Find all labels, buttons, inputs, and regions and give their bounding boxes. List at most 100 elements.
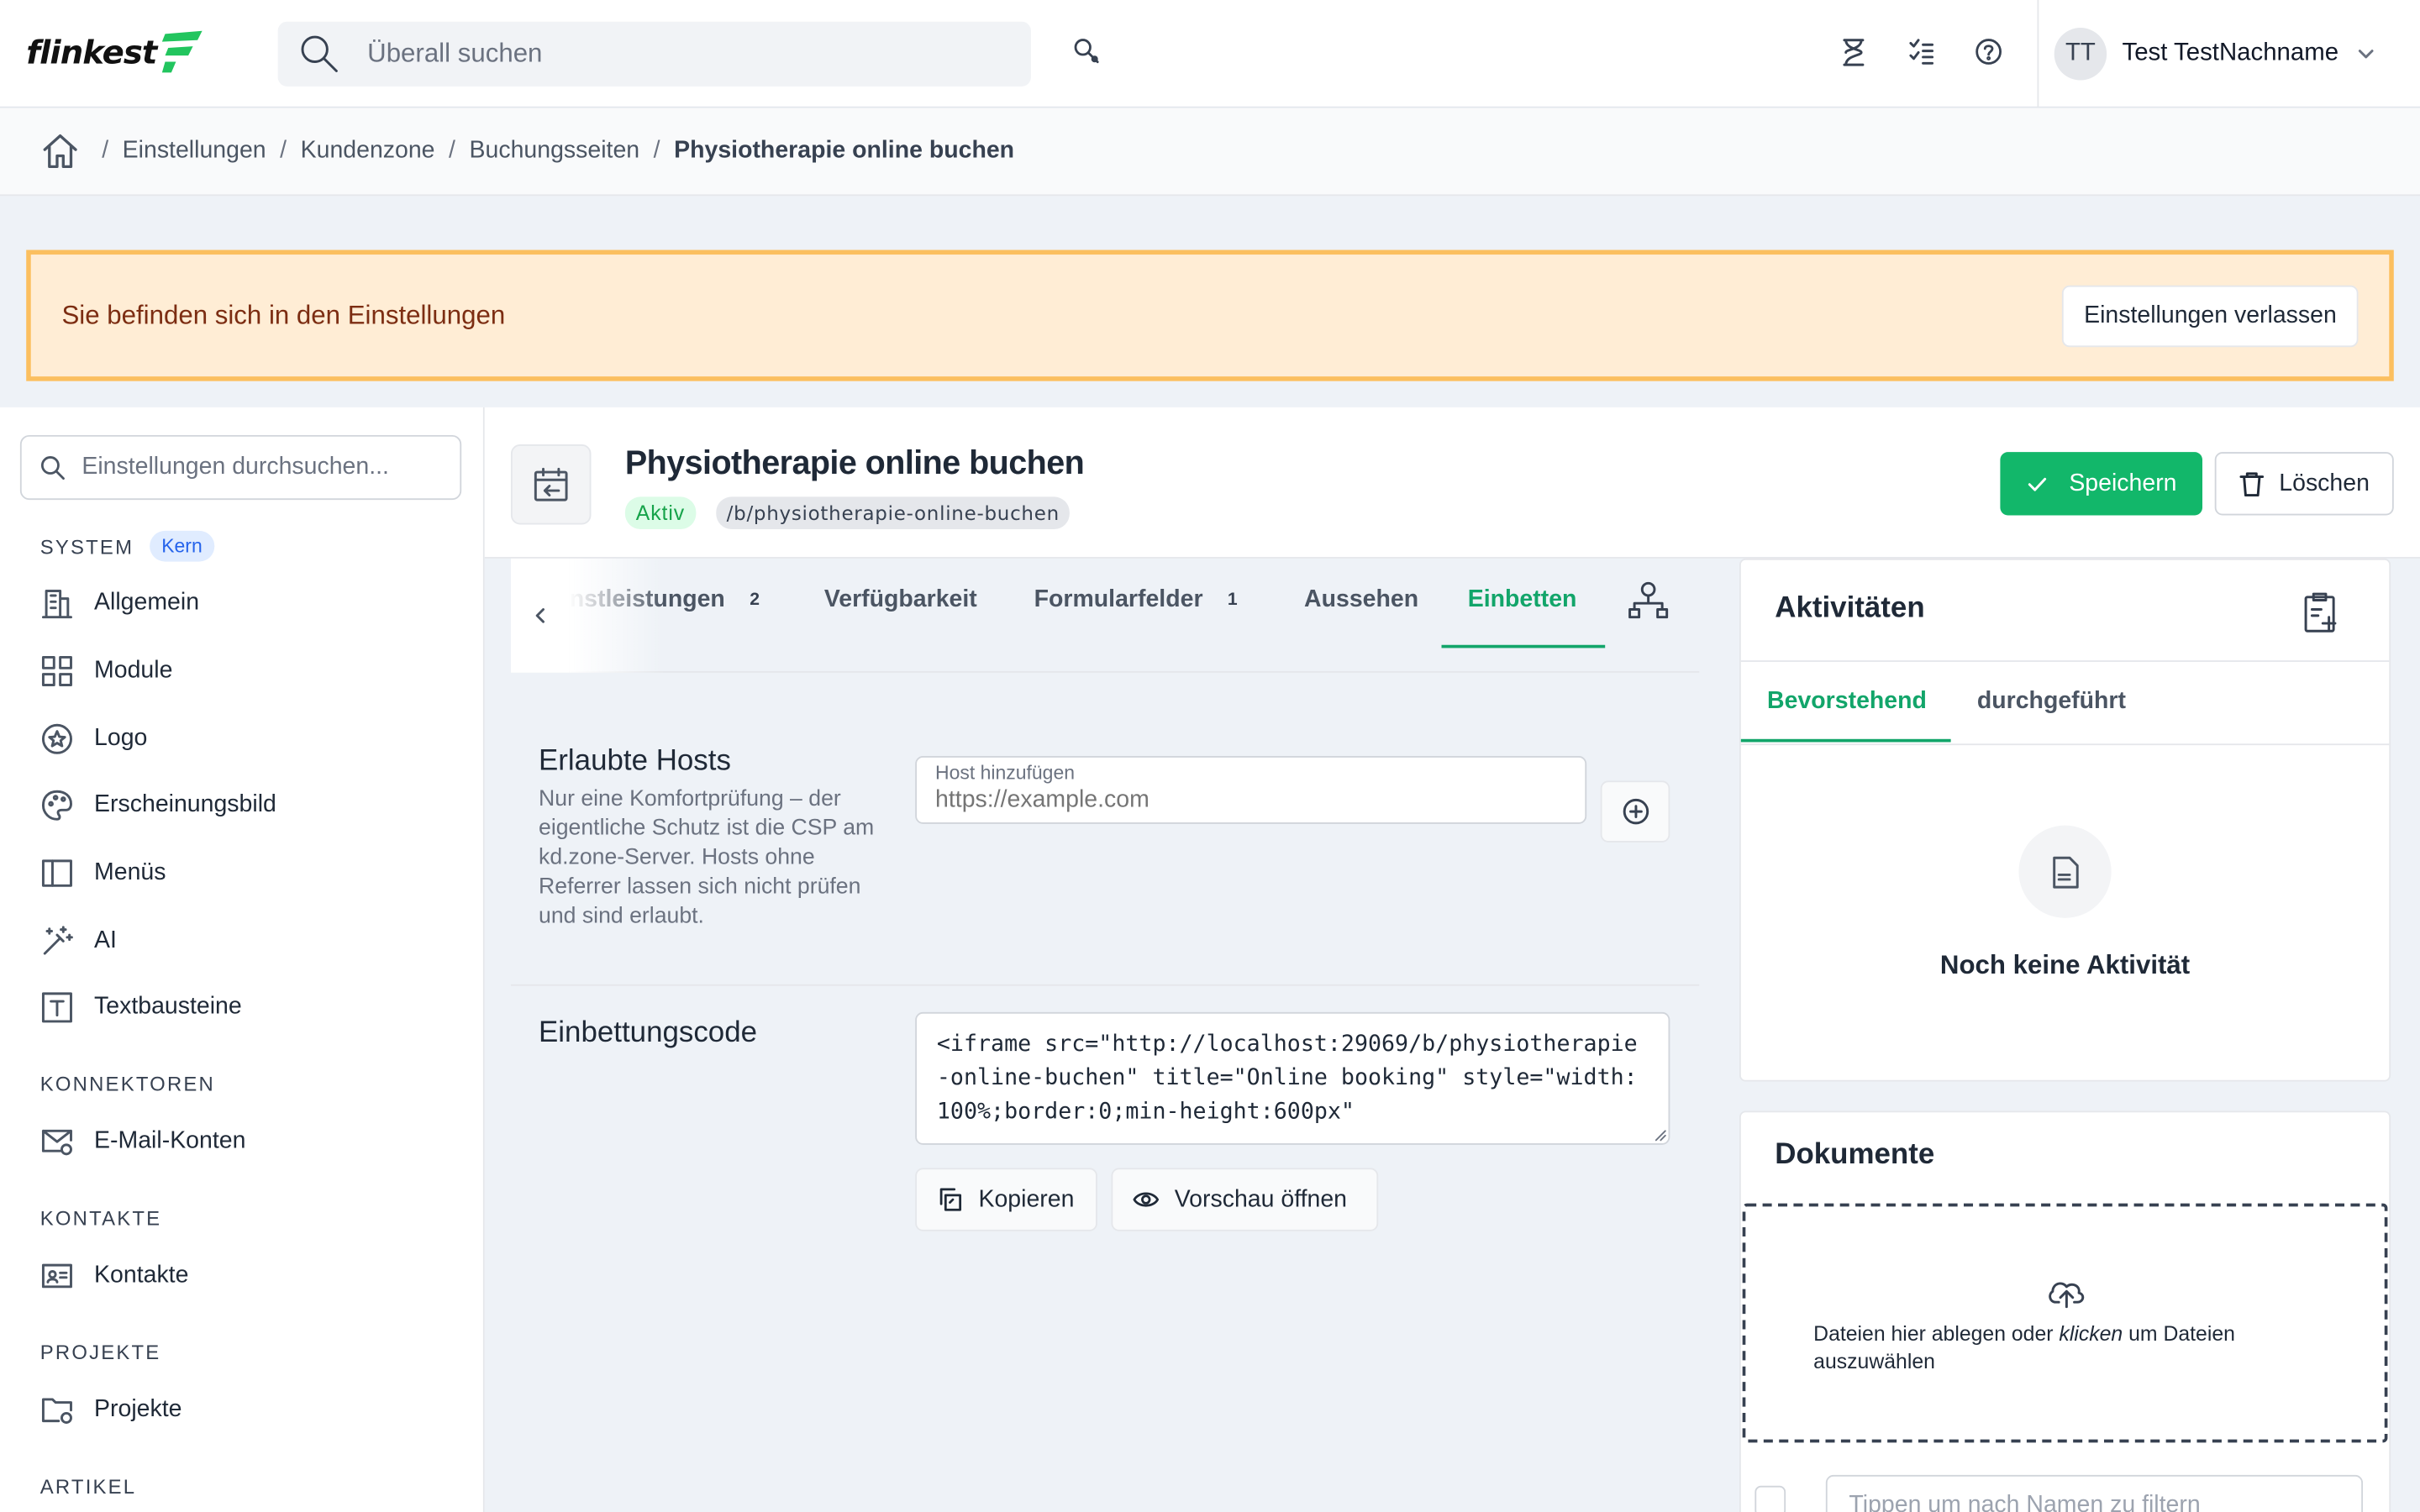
- tab-label: Einbetten: [1467, 585, 1577, 613]
- org-chart-icon[interactable]: [1628, 580, 1669, 623]
- breadcrumb: / Einstellungen / Kundenzone / Buchungss…: [0, 108, 2420, 197]
- folder-settings-icon: [41, 1398, 72, 1424]
- tab-bar: nstleistungen 2 Verfügbarkeit Formularfe…: [510, 558, 1700, 673]
- divider: [510, 984, 1700, 986]
- section-title: ARTIKEL: [39, 1474, 137, 1499]
- tab-label: Aussehen: [1304, 585, 1419, 613]
- logo-text: flinkest: [26, 34, 157, 71]
- sidebar-item-erscheinungsbild[interactable]: Erscheinungsbild: [40, 789, 276, 822]
- tab-verfuegbarkeit[interactable]: Verfügbarkeit: [824, 586, 977, 614]
- sidebar-item-email-konten[interactable]: E-Mail-Konten: [40, 1125, 246, 1158]
- calendar-import-icon: [510, 444, 592, 525]
- file-dropzone[interactable]: Dateien hier ablegen oder klicken um Dat…: [1742, 1203, 2388, 1443]
- sidebar-item-textbausteine[interactable]: Textbausteine: [40, 990, 242, 1024]
- user-menu[interactable]: TT Test TestNachname: [2037, 0, 2375, 108]
- resize-grip-icon[interactable]: [1653, 1128, 1667, 1142]
- section-title: KONNEKTOREN: [39, 1072, 215, 1096]
- tab-aussehen[interactable]: Aussehen: [1304, 586, 1418, 614]
- select-all-checkbox[interactable]: [1754, 1485, 1786, 1512]
- breadcrumb-einstellungen[interactable]: Einstellungen: [123, 137, 266, 165]
- section-title: KONTAKTE: [39, 1206, 162, 1230]
- copy-button[interactable]: Kopieren: [915, 1168, 1097, 1231]
- preview-button[interactable]: Vorschau öffnen: [1111, 1168, 1379, 1231]
- help-icon[interactable]: [1974, 37, 2003, 66]
- dropzone-text-part: Dateien hier ablegen oder: [1813, 1322, 2060, 1346]
- breadcrumb-buchungsseiten[interactable]: Buchungsseiten: [470, 137, 640, 165]
- search-icon: [40, 455, 65, 480]
- section-projekte: PROJEKTE: [40, 1341, 161, 1364]
- save-button-label: Speichern: [2069, 470, 2177, 496]
- host-input[interactable]: [935, 786, 1553, 815]
- settings-search[interactable]: [19, 434, 462, 501]
- tab-count: 2: [750, 591, 760, 610]
- copy-icon: [939, 1188, 962, 1211]
- clipboard-add-icon[interactable]: [2302, 591, 2342, 633]
- chevron-left-icon: [535, 608, 544, 623]
- hosts-title: Erlaubte Hosts: [539, 745, 731, 778]
- hosts-description: Nur eine Komfortprüfung – der eigentlich…: [539, 786, 875, 929]
- tab-bevorstehend[interactable]: Bevorstehend: [1767, 688, 1927, 716]
- sidebar-item-logo[interactable]: Logo: [40, 722, 148, 756]
- advanced-search-icon[interactable]: [1073, 37, 1102, 66]
- host-field-label: Host hinzufügen: [935, 762, 1075, 785]
- save-button[interactable]: Speichern: [2000, 452, 2203, 516]
- activities-title: Aktivitäten: [1775, 592, 1925, 625]
- tab-label: Verfügbarkeit: [823, 585, 977, 613]
- host-field[interactable]: Host hinzufügen: [915, 756, 1587, 824]
- grid-icon: [41, 655, 72, 686]
- dropzone-click-text: klicken: [2059, 1322, 2123, 1346]
- tab-formularfelder[interactable]: Formularfelder 1: [1034, 586, 1238, 614]
- leave-settings-button[interactable]: Einstellungen verlassen: [2062, 284, 2359, 347]
- sidebar-item-menues[interactable]: Menüs: [40, 856, 166, 890]
- home-icon[interactable]: [40, 131, 81, 171]
- section-title: SYSTEM: [39, 534, 134, 558]
- delete-button-label: Löschen: [2279, 470, 2370, 496]
- embed-code-textarea[interactable]: <iframe src="http://localhost:29069/b/ph…: [915, 1011, 1670, 1145]
- tab-einbetten[interactable]: Einbetten: [1468, 586, 1577, 614]
- breadcrumb-kundenzone[interactable]: Kundenzone: [301, 137, 435, 165]
- plus-circle-icon: [1622, 798, 1649, 825]
- trash-icon: [2238, 472, 2264, 497]
- check-icon: [2028, 476, 2046, 491]
- documents-title: Dokumente: [1775, 1138, 1935, 1172]
- search-icon: [301, 35, 338, 72]
- user-name: Test TestNachname: [2122, 39, 2339, 66]
- document-filter-input[interactable]: [1825, 1474, 2364, 1512]
- sidebar-item-label: Module: [94, 657, 173, 684]
- app-logo[interactable]: flinkest: [26, 28, 206, 77]
- sidebar-item-projekte[interactable]: Projekte: [40, 1394, 182, 1427]
- eye-icon: [1133, 1192, 1160, 1207]
- tab-durchgefuehrt[interactable]: durchgeführt: [1977, 688, 2126, 716]
- top-bar: flinkest TT Test TestNachname: [0, 0, 2420, 108]
- app-root: flinkest TT Test TestNachname: [0, 0, 2420, 1512]
- sidebar-item-module[interactable]: Module: [40, 654, 173, 688]
- tab-scroll-left[interactable]: [510, 558, 570, 673]
- sidebar-item-allgemein[interactable]: Allgemein: [40, 586, 199, 620]
- page-title: Physiotherapie online buchen: [624, 444, 1085, 482]
- preview-button-label: Vorschau öffnen: [1174, 1185, 1348, 1212]
- section-system: SYSTEM Kern: [39, 530, 215, 562]
- sidebar-item-kontakte[interactable]: Kontakte: [40, 1259, 189, 1293]
- tab-fade: [569, 558, 666, 673]
- active-tab-indicator: [1740, 738, 1951, 743]
- global-search[interactable]: [277, 21, 1031, 87]
- building-icon: [41, 589, 72, 619]
- delete-button[interactable]: Löschen: [2214, 452, 2394, 516]
- task-list-icon[interactable]: [1907, 37, 1935, 68]
- sidebar-item-ai[interactable]: AI: [40, 924, 117, 958]
- activities-empty-text: Noch keine Aktivität: [1939, 950, 2191, 980]
- hourglass-icon[interactable]: [1839, 37, 1867, 68]
- tab-count: 1: [1227, 591, 1238, 610]
- settings-banner: Sie befinden sich in den Einstellungen E…: [26, 249, 2394, 381]
- add-host-button[interactable]: [1600, 780, 1670, 843]
- settings-search-input[interactable]: [82, 454, 453, 482]
- section-konnektoren: KONNEKTOREN: [40, 1073, 215, 1096]
- divider: [1740, 743, 2390, 746]
- section-artikel: ARTIKEL: [40, 1475, 137, 1499]
- divider: [1740, 660, 2390, 662]
- global-search-input[interactable]: [367, 38, 985, 70]
- sidebar-item-label: Textbausteine: [94, 993, 242, 1021]
- page-badges: Aktiv /b/physiotherapie-online-buchen: [624, 496, 1071, 529]
- sidebar-item-label: E-Mail-Konten: [94, 1127, 246, 1154]
- sidebar-item-label: Kontakte: [94, 1262, 189, 1289]
